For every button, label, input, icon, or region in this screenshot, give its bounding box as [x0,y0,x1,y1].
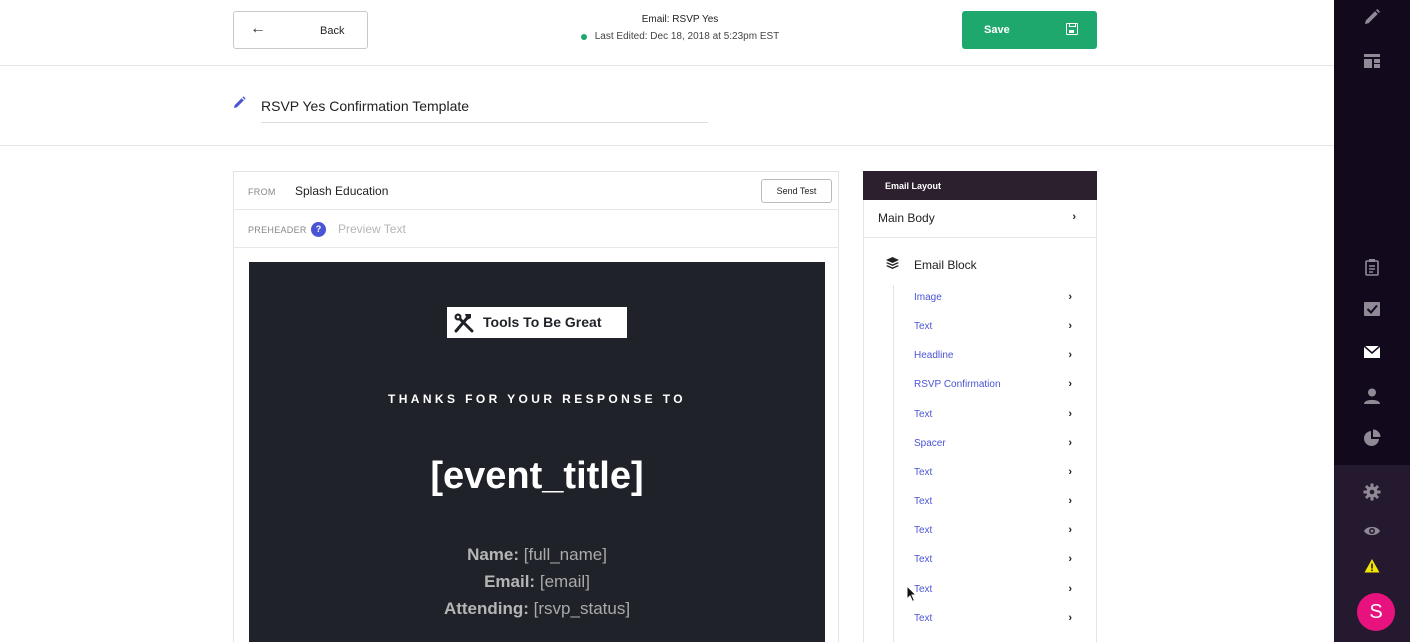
right-rail: S [1334,0,1410,642]
layout-block-item[interactable]: Image › [904,289,1084,311]
logo-text: Tools To Be Great [483,314,602,330]
detail-name: Name: [full_name] [249,545,825,565]
detail-label: Email: [484,572,536,591]
from-row: FROM Splash Education Send Test [234,172,838,210]
template-name-underline [261,122,708,123]
chevron-right-icon: › [1068,553,1072,565]
main-body-item[interactable]: Main Body › [864,200,1096,238]
detail-value: [full_name] [523,545,607,564]
email-preview-canvas[interactable]: Tools To Be Great THANKS FOR YOUR RESPON… [249,262,825,642]
save-button[interactable]: Save [962,11,1097,49]
chevron-right-icon: › [1068,291,1072,303]
layout-block-item[interactable]: RSVP Confirmation › [904,376,1084,398]
layout-block-item[interactable]: Text › [904,610,1084,632]
back-label: Back [320,25,345,37]
chevron-right-icon: › [1068,408,1072,420]
layout-block-item[interactable]: Headline › [904,347,1084,369]
preheader-row: PREHEADER ? [234,210,838,248]
layout-block-label: Text [914,525,933,536]
preheader-label: PREHEADER [248,225,307,235]
mouse-cursor-icon [906,585,918,603]
layout-block-label: Text [914,496,933,507]
save-label: Save [984,24,1010,36]
layout-block-label: Image [914,292,942,303]
tree-line [893,285,894,642]
layout-block-label: Text [914,409,933,420]
send-test-button[interactable]: Send Test [761,179,832,203]
chevron-right-icon: › [1068,524,1072,536]
chevron-right-icon: › [1068,612,1072,624]
layout-block-item[interactable]: Text › [904,464,1084,486]
pie-chart-icon[interactable] [1362,428,1382,448]
help-icon[interactable]: ? [311,222,326,237]
document-title: Email: RSVP Yes [641,14,719,25]
warning-icon[interactable] [1362,556,1382,576]
layout-block-item[interactable]: Text › [904,406,1084,428]
from-value[interactable]: Splash Education [295,184,388,198]
layout-block-label: Headline [914,350,954,361]
email-editor-panel: FROM Splash Education Send Test PREHEADE… [233,171,839,642]
event-title: [event_title] [430,455,644,497]
avatar[interactable]: S [1357,593,1395,631]
email-block-item[interactable]: Email Block [864,254,1096,278]
layout-block-item[interactable]: Text › [904,493,1084,515]
layout-block-label: RSVP Confirmation [914,379,1001,390]
email-editor-app: ← Back Email: RSVP Yes Last Edited: Dec … [0,0,1410,642]
detail-value: [rsvp_status] [533,599,631,618]
detail-value: [email] [539,572,590,591]
email-block-label: Email Block [914,258,977,272]
gear-icon[interactable] [1362,482,1382,502]
layout-block-label: Text [914,467,933,478]
layout-block-item[interactable]: Spacer › [904,435,1084,457]
layout-block-label: Text [914,613,933,624]
clipboard-icon[interactable] [1362,257,1382,277]
from-label: FROM [248,187,276,197]
floppy-disk-icon [1066,23,1078,35]
chevron-right-icon: › [1068,466,1072,478]
template-name-field[interactable]: RSVP Yes Confirmation Template [261,98,469,114]
checkbox-icon[interactable] [1362,299,1382,319]
detail-label: Name: [467,545,520,564]
chevron-right-icon: › [1068,378,1072,390]
hammer-wrench-icon [454,313,474,333]
layout-block-item[interactable]: Text › [904,581,1084,603]
layout-icon[interactable] [1362,51,1382,71]
envelope-icon[interactable] [1362,342,1382,362]
layout-block-label: Spacer [914,438,946,449]
top-header: ← Back Email: RSVP Yes Last Edited: Dec … [0,0,1334,66]
last-edited-text: Last Edited: Dec 18, 2018 at 5:23pm EST [594,31,780,42]
status-dot-icon [580,33,587,40]
layout-block-item[interactable]: Text › [904,522,1084,544]
email-layout-panel: Email Layout Main Body › Email Block Ima… [863,171,1097,642]
person-icon[interactable] [1362,386,1382,406]
detail-label: Attending: [443,599,529,618]
chevron-right-icon: › [1068,349,1072,361]
arrow-left-icon: ← [250,20,266,37]
layout-block-item[interactable]: Text › [904,318,1084,340]
preview-text-input[interactable] [338,220,638,238]
thanks-heading: THANKS FOR YOUR RESPONSE TO [387,392,687,406]
last-edited-status: Last Edited: Dec 18, 2018 at 5:23pm EST [500,31,860,42]
layout-block-label: Text [914,554,933,565]
detail-attending: Attending: [rsvp_status] [249,599,825,619]
layers-icon [886,257,899,269]
pencil-icon[interactable] [1362,7,1382,27]
chevron-right-icon: › [1072,211,1076,223]
chevron-right-icon: › [1068,437,1072,449]
logo: Tools To Be Great [447,307,627,338]
template-name-row: RSVP Yes Confirmation Template [0,66,1334,146]
email-layout-header: Email Layout [863,171,1097,200]
eye-icon[interactable] [1362,521,1382,541]
chevron-right-icon: › [1068,320,1072,332]
document-info: Email: RSVP Yes Last Edited: Dec 18, 201… [500,14,860,42]
back-button[interactable]: ← Back [233,11,368,49]
pencil-icon[interactable] [232,96,246,110]
layout-block-item[interactable]: Text › [904,551,1084,573]
layout-block-label: Text [914,321,933,332]
chevron-right-icon: › [1068,583,1072,595]
chevron-right-icon: › [1068,495,1072,507]
detail-email: Email: [email] [249,572,825,592]
main-body-label: Main Body [878,211,935,225]
